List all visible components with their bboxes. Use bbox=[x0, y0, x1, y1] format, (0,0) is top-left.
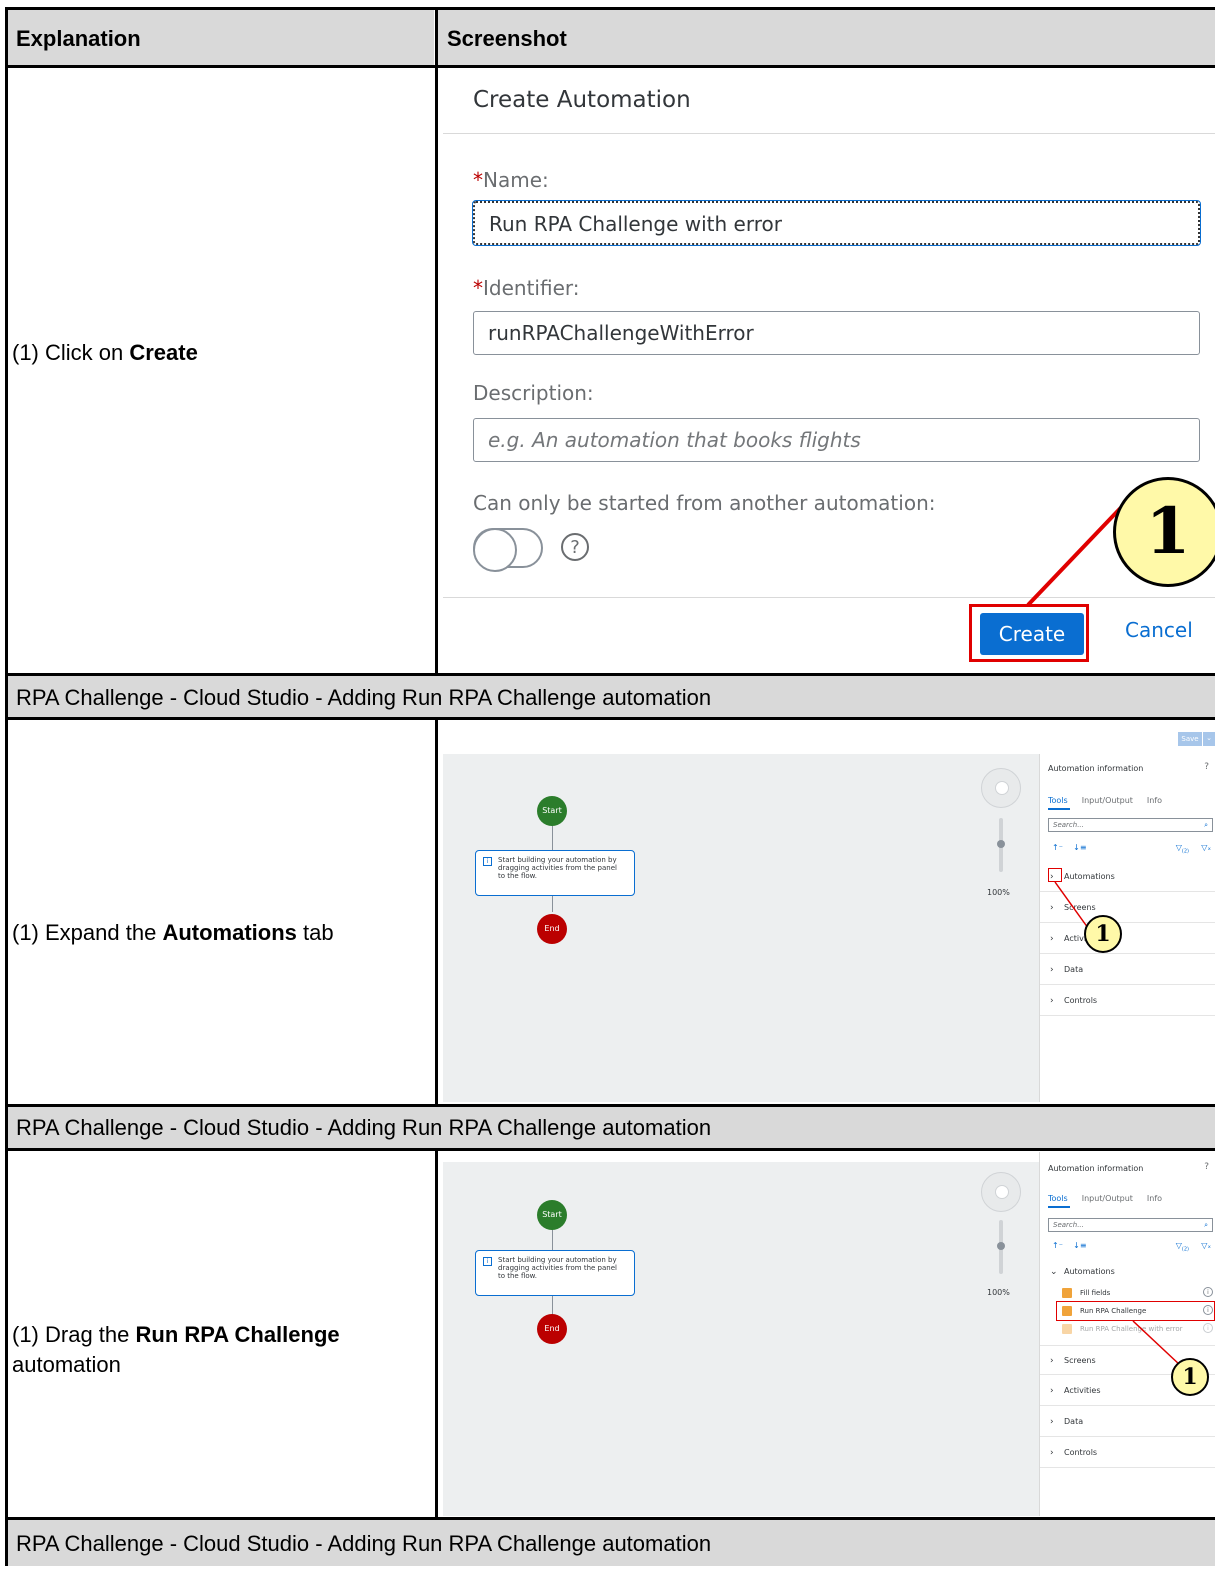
table-border bbox=[5, 1104, 1215, 1107]
table-border bbox=[5, 65, 1215, 68]
section-band: RPA Challenge - Cloud Studio - Adding Ru… bbox=[6, 1519, 1215, 1566]
table-border bbox=[5, 7, 8, 1566]
step-2-text: (1) Expand the Automations tab bbox=[12, 920, 334, 945]
header-screenshot: Screenshot bbox=[437, 9, 1215, 67]
callout-badge: 1 bbox=[1113, 477, 1215, 587]
callout-badge: 1 bbox=[1171, 1358, 1209, 1396]
table-border bbox=[435, 1148, 438, 1519]
table-border bbox=[435, 717, 438, 1106]
table-border bbox=[5, 7, 1215, 10]
table-border bbox=[5, 673, 1215, 676]
header-explanation: Explanation bbox=[6, 9, 434, 67]
callout-connector bbox=[1054, 881, 1089, 929]
create-automation-dialog: Create Automation *Name: Run RPA Challen… bbox=[443, 65, 1215, 672]
table-border bbox=[5, 1517, 1215, 1520]
table-border bbox=[435, 7, 438, 675]
table-border bbox=[5, 1148, 1215, 1151]
step-1-text: (1) Click on Create bbox=[12, 340, 198, 365]
callout-badge: 1 bbox=[1084, 915, 1122, 953]
section-band: RPA Challenge - Cloud Studio - Adding Ru… bbox=[6, 1106, 1215, 1148]
callout-connector bbox=[1132, 1320, 1182, 1367]
studio-screenshot-1: Save ⌄ Start i Start building your automa… bbox=[443, 722, 1215, 1102]
step-3-text: (1) Drag the Run RPA Challenge automation bbox=[12, 1322, 340, 1377]
callout-connector bbox=[1026, 493, 1135, 607]
studio-screenshot-2: Start i Start building your automation by… bbox=[443, 1152, 1215, 1516]
section-band: RPA Challenge - Cloud Studio - Adding Ru… bbox=[6, 676, 1215, 718]
table-border bbox=[5, 717, 1215, 720]
